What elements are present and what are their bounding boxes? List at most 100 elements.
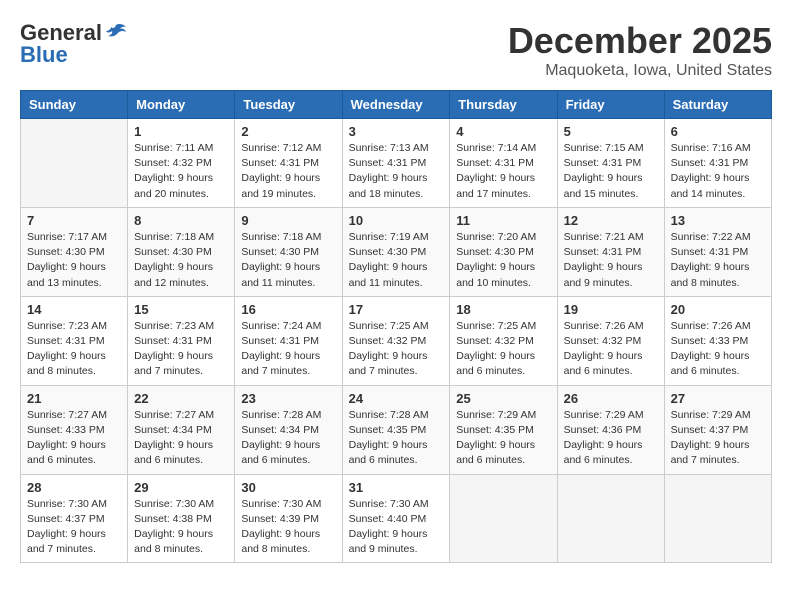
day-number: 2	[241, 124, 335, 139]
calendar-cell: 22 Sunrise: 7:27 AMSunset: 4:34 PMDayligh…	[128, 385, 235, 474]
calendar-cell: 28Sunrise: 7:30 AMSunset: 4:37 PMDayligh…	[21, 474, 128, 563]
day-info: Sunrise: 7:30 AMSunset: 4:39 PMDaylight:…	[241, 497, 335, 558]
day-info: Sunrise: 7:17 AMSunset: 4:30 PMDaylight:…	[27, 230, 121, 291]
day-number: 21	[27, 391, 121, 406]
calendar-cell: 11 Sunrise: 7:20 AMSunset: 4:30 PMDayligh…	[450, 207, 557, 296]
day-info: Sunrise: 7:14 AMSunset: 4:31 PMDaylight:…	[456, 141, 550, 202]
day-number: 11	[456, 213, 550, 228]
day-info: Sunrise: 7:29 AMSunset: 4:35 PMDaylight:…	[456, 408, 550, 469]
calendar-week-row: 21Sunrise: 7:27 AMSunset: 4:33 PMDayligh…	[21, 385, 772, 474]
month-title: December 2025	[508, 20, 772, 62]
day-info: Sunrise: 7:13 AMSunset: 4:31 PMDaylight:…	[349, 141, 444, 202]
day-info: Sunrise: 7:29 AMSunset: 4:36 PMDaylight:…	[564, 408, 658, 469]
day-info: Sunrise: 7:18 AMSunset: 4:30 PMDaylight:…	[134, 230, 228, 291]
calendar-header-row: SundayMondayTuesdayWednesdayThursdayFrid…	[21, 91, 772, 119]
calendar-table: SundayMondayTuesdayWednesdayThursdayFrid…	[20, 90, 772, 563]
day-number: 17	[349, 302, 444, 317]
day-number: 25	[456, 391, 550, 406]
day-number: 20	[671, 302, 765, 317]
calendar-cell	[664, 474, 771, 563]
day-info: Sunrise: 7:29 AMSunset: 4:37 PMDaylight:…	[671, 408, 765, 469]
calendar-cell: 15 Sunrise: 7:23 AMSunset: 4:31 PMDayligh…	[128, 296, 235, 385]
calendar-cell	[21, 119, 128, 208]
day-number: 22	[134, 391, 228, 406]
calendar-week-row: 28Sunrise: 7:30 AMSunset: 4:37 PMDayligh…	[21, 474, 772, 563]
day-number: 1	[134, 124, 228, 139]
calendar-cell: 26 Sunrise: 7:29 AMSunset: 4:36 PMDayligh…	[557, 385, 664, 474]
day-info: Sunrise: 7:30 AMSunset: 4:38 PMDaylight:…	[134, 497, 228, 558]
calendar-cell: 13 Sunrise: 7:22 AMSunset: 4:31 PMDayligh…	[664, 207, 771, 296]
calendar-week-row: 14 Sunrise: 7:23 AMSunset: 4:31 PMDayligh…	[21, 296, 772, 385]
day-number: 7	[27, 213, 121, 228]
calendar-cell: 2 Sunrise: 7:12 AMSunset: 4:31 PMDaylight…	[235, 119, 342, 208]
calendar-cell: 5Sunrise: 7:15 AMSunset: 4:31 PMDaylight…	[557, 119, 664, 208]
day-number: 28	[27, 480, 121, 495]
day-info: Sunrise: 7:25 AMSunset: 4:32 PMDaylight:…	[349, 319, 444, 380]
day-number: 5	[564, 124, 658, 139]
day-info: Sunrise: 7:22 AMSunset: 4:31 PMDaylight:…	[671, 230, 765, 291]
calendar-cell: 19Sunrise: 7:26 AMSunset: 4:32 PMDayligh…	[557, 296, 664, 385]
day-info: Sunrise: 7:24 AMSunset: 4:31 PMDaylight:…	[241, 319, 335, 380]
calendar-cell: 24 Sunrise: 7:28 AMSunset: 4:35 PMDayligh…	[342, 385, 450, 474]
day-info: Sunrise: 7:12 AMSunset: 4:31 PMDaylight:…	[241, 141, 335, 202]
calendar-cell	[450, 474, 557, 563]
calendar-cell: 21Sunrise: 7:27 AMSunset: 4:33 PMDayligh…	[21, 385, 128, 474]
day-number: 9	[241, 213, 335, 228]
calendar-cell: 25 Sunrise: 7:29 AMSunset: 4:35 PMDayligh…	[450, 385, 557, 474]
day-info: Sunrise: 7:11 AMSunset: 4:32 PMDaylight:…	[134, 141, 228, 202]
day-info: Sunrise: 7:30 AMSunset: 4:40 PMDaylight:…	[349, 497, 444, 558]
column-header-monday: Monday	[128, 91, 235, 119]
day-info: Sunrise: 7:20 AMSunset: 4:30 PMDaylight:…	[456, 230, 550, 291]
calendar-cell: 9 Sunrise: 7:18 AMSunset: 4:30 PMDaylight…	[235, 207, 342, 296]
day-number: 29	[134, 480, 228, 495]
day-info: Sunrise: 7:18 AMSunset: 4:30 PMDaylight:…	[241, 230, 335, 291]
logo-bird-icon	[104, 23, 128, 43]
day-info: Sunrise: 7:25 AMSunset: 4:32 PMDaylight:…	[456, 319, 550, 380]
calendar-cell: 3 Sunrise: 7:13 AMSunset: 4:31 PMDaylight…	[342, 119, 450, 208]
calendar-cell: 14 Sunrise: 7:23 AMSunset: 4:31 PMDayligh…	[21, 296, 128, 385]
day-number: 24	[349, 391, 444, 406]
day-number: 26	[564, 391, 658, 406]
calendar-week-row: 1 Sunrise: 7:11 AMSunset: 4:32 PMDaylight…	[21, 119, 772, 208]
page-header: General Blue December 2025 Maquoketa, Io…	[20, 20, 772, 80]
day-number: 8	[134, 213, 228, 228]
day-number: 30	[241, 480, 335, 495]
column-header-wednesday: Wednesday	[342, 91, 450, 119]
day-number: 19	[564, 302, 658, 317]
column-header-thursday: Thursday	[450, 91, 557, 119]
day-number: 13	[671, 213, 765, 228]
day-number: 16	[241, 302, 335, 317]
calendar-cell: 12Sunrise: 7:21 AMSunset: 4:31 PMDayligh…	[557, 207, 664, 296]
day-number: 3	[349, 124, 444, 139]
logo: General Blue	[20, 20, 128, 68]
column-header-friday: Friday	[557, 91, 664, 119]
calendar-cell: 7 Sunrise: 7:17 AMSunset: 4:30 PMDaylight…	[21, 207, 128, 296]
calendar-cell: 23 Sunrise: 7:28 AMSunset: 4:34 PMDayligh…	[235, 385, 342, 474]
calendar-cell: 18Sunrise: 7:25 AMSunset: 4:32 PMDayligh…	[450, 296, 557, 385]
day-info: Sunrise: 7:23 AMSunset: 4:31 PMDaylight:…	[134, 319, 228, 380]
day-number: 14	[27, 302, 121, 317]
day-number: 6	[671, 124, 765, 139]
day-info: Sunrise: 7:27 AMSunset: 4:34 PMDaylight:…	[134, 408, 228, 469]
title-block: December 2025 Maquoketa, Iowa, United St…	[508, 20, 772, 80]
day-info: Sunrise: 7:28 AMSunset: 4:34 PMDaylight:…	[241, 408, 335, 469]
day-number: 12	[564, 213, 658, 228]
calendar-cell: 31 Sunrise: 7:30 AMSunset: 4:40 PMDayligh…	[342, 474, 450, 563]
day-info: Sunrise: 7:28 AMSunset: 4:35 PMDaylight:…	[349, 408, 444, 469]
calendar-cell: 30 Sunrise: 7:30 AMSunset: 4:39 PMDayligh…	[235, 474, 342, 563]
calendar-cell: 27 Sunrise: 7:29 AMSunset: 4:37 PMDayligh…	[664, 385, 771, 474]
calendar-cell: 6 Sunrise: 7:16 AMSunset: 4:31 PMDaylight…	[664, 119, 771, 208]
column-header-sunday: Sunday	[21, 91, 128, 119]
day-number: 31	[349, 480, 444, 495]
day-number: 15	[134, 302, 228, 317]
day-info: Sunrise: 7:16 AMSunset: 4:31 PMDaylight:…	[671, 141, 765, 202]
calendar-cell: 29 Sunrise: 7:30 AMSunset: 4:38 PMDayligh…	[128, 474, 235, 563]
day-number: 4	[456, 124, 550, 139]
calendar-cell: 16 Sunrise: 7:24 AMSunset: 4:31 PMDayligh…	[235, 296, 342, 385]
day-number: 27	[671, 391, 765, 406]
day-number: 23	[241, 391, 335, 406]
calendar-cell: 8 Sunrise: 7:18 AMSunset: 4:30 PMDaylight…	[128, 207, 235, 296]
day-number: 10	[349, 213, 444, 228]
day-info: Sunrise: 7:23 AMSunset: 4:31 PMDaylight:…	[27, 319, 121, 380]
column-header-tuesday: Tuesday	[235, 91, 342, 119]
